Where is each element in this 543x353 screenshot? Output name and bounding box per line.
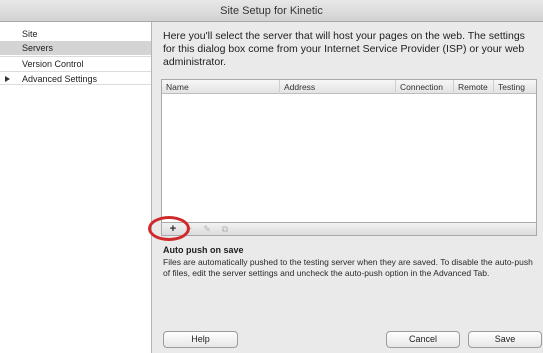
- table-header: Name Address Connection Remote Testing: [162, 80, 536, 94]
- site-setup-window: Site Setup for Kinetic Site Servers Vers…: [0, 0, 543, 353]
- cancel-button[interactable]: Cancel: [386, 331, 460, 348]
- autopush-heading: Auto push on save: [163, 245, 244, 255]
- sidebar-item-version-control[interactable]: Version Control: [0, 56, 151, 70]
- autopush-description: Files are automatically pushed to the te…: [163, 257, 533, 278]
- sidebar-item-label: Advanced Settings: [22, 74, 98, 84]
- sidebar-item-site[interactable]: Site: [0, 27, 151, 41]
- server-table[interactable]: Name Address Connection Remote Testing: [161, 79, 537, 223]
- column-header-name[interactable]: Name: [162, 80, 280, 94]
- column-header-testing[interactable]: Testing: [494, 80, 536, 94]
- column-header-connection[interactable]: Connection: [396, 80, 454, 94]
- column-header-remote[interactable]: Remote: [454, 80, 494, 94]
- sidebar: Site Servers Version Control Advanced Se…: [0, 22, 152, 353]
- server-table-toolbar: + − ✎ ⧉: [161, 223, 537, 236]
- save-button[interactable]: Save: [468, 331, 542, 348]
- highlight-circle-annotation: [148, 216, 190, 241]
- sidebar-item-advanced-settings[interactable]: Advanced Settings: [0, 71, 151, 85]
- edit-server-icon[interactable]: ✎: [200, 223, 214, 235]
- column-header-address[interactable]: Address: [280, 80, 396, 94]
- disclosure-triangle-icon[interactable]: [5, 76, 10, 82]
- help-button[interactable]: Help: [163, 331, 238, 348]
- window-title: Site Setup for Kinetic: [0, 0, 543, 22]
- sidebar-item-servers[interactable]: Servers: [0, 41, 151, 55]
- intro-text: Here you'll select the server that will …: [163, 30, 525, 68]
- duplicate-server-icon[interactable]: ⧉: [218, 223, 232, 235]
